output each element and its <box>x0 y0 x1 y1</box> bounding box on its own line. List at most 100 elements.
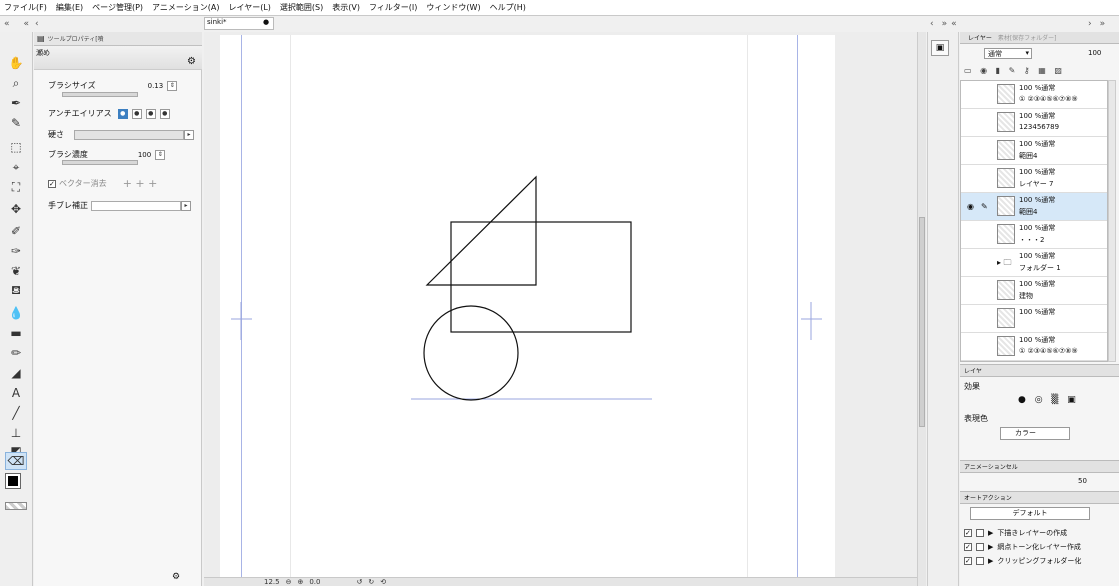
antialias-options[interactable]: ● ● ● ● <box>117 108 170 119</box>
tab-close-icon[interactable]: ● <box>263 18 269 26</box>
panel-menu-icon[interactable]: ▤ <box>37 34 45 43</box>
play-icon[interactable]: ▶ <box>988 543 993 551</box>
layer-tool-icons[interactable]: ▭ ◉ ▮ ✎ ⚷ ▦ ▨ <box>964 66 1065 75</box>
action-row[interactable]: ✓ ▶ クリッピングフォルダー化 <box>964 554 1104 567</box>
transparent-color-swatch[interactable] <box>5 502 27 510</box>
antialias-none-icon[interactable]: ● <box>117 108 128 119</box>
object-icon[interactable]: ⛶ <box>5 178 27 196</box>
antialias-low-icon[interactable]: ● <box>131 108 142 119</box>
settings-icon[interactable]: ⚙ <box>172 572 180 582</box>
curve-icon[interactable]: ◢ <box>5 364 27 382</box>
zoom-icon[interactable]: ⌕ <box>5 74 27 92</box>
chevron-right-icon[interactable]: ▸ <box>181 200 191 211</box>
layer-property-tab[interactable]: レイヤ <box>964 366 982 375</box>
brush-size-slider[interactable] <box>62 92 138 97</box>
hardness-slider[interactable] <box>74 129 184 140</box>
action-dialog-checkbox[interactable] <box>976 556 984 565</box>
chevron-left-icon[interactable]: ‹ <box>35 19 39 29</box>
layer-row[interactable]: 100 %通常 範囲4 <box>961 137 1107 165</box>
layer-row[interactable]: 100 %通常 ・・・2 <box>961 221 1107 249</box>
document-tab[interactable]: sinki* ● <box>204 17 274 30</box>
eraser-icon[interactable]: ⌫ <box>5 452 27 470</box>
play-icon[interactable]: ▶ <box>988 529 993 537</box>
chevron-left-icon[interactable]: ‹ <box>930 19 934 29</box>
wrench-icon[interactable]: ⚙ <box>187 56 196 67</box>
expand-icon[interactable]: » <box>1100 19 1106 29</box>
navigator-icon[interactable]: ▣ <box>931 40 949 56</box>
layer-row[interactable]: 100 %通常 レイヤー 7 <box>961 165 1107 193</box>
chevron-right-icon[interactable]: › <box>1088 19 1092 29</box>
collapse-icon[interactable]: « <box>24 19 30 29</box>
menu-selection[interactable]: 選択範囲(S) <box>280 2 323 13</box>
action-set-select[interactable]: デフォルト <box>970 507 1090 520</box>
menu-window[interactable]: ウィンドウ(W) <box>426 2 480 13</box>
layer-list[interactable]: 100 %通常 ① ②③④⑤⑥⑦⑧⑨ 100 %通常 123456789 100… <box>960 80 1108 362</box>
stabilization-slider[interactable] <box>91 200 181 211</box>
onion-skin-value[interactable]: 50 <box>1078 477 1087 485</box>
bar-icon[interactable]: ▬ <box>5 324 27 342</box>
brush-size-value[interactable]: 0.13 <box>148 82 164 90</box>
collapse-left-icon[interactable]: « <box>4 19 10 29</box>
action-checkbox[interactable]: ✓ <box>964 528 972 537</box>
layer-list-scrollbar[interactable] <box>1108 80 1116 362</box>
antialias-high-icon[interactable]: ● <box>159 108 170 119</box>
material-tab[interactable]: 素材[保存フォルダー] <box>998 33 1057 42</box>
vector-erase-options[interactable]: + + + <box>123 177 158 190</box>
correction-icon[interactable]: ✏ <box>5 344 27 362</box>
action-row[interactable]: ✓ ▶ 下描きレイヤーの作成 <box>964 526 1104 539</box>
lasso-icon[interactable]: ⌖ <box>5 158 27 176</box>
expand-icon[interactable]: » <box>942 19 948 29</box>
blend-icon[interactable]: 💧 <box>5 304 27 322</box>
folder-icon[interactable]: ▸ 🗀 <box>997 257 1012 271</box>
menu-layer[interactable]: レイヤー(L) <box>228 2 270 13</box>
action-dialog-checkbox[interactable] <box>976 528 984 537</box>
menu-help[interactable]: ヘルプ(H) <box>490 2 526 13</box>
layer-row[interactable]: 100 %通常 123456789 <box>961 109 1107 137</box>
ruler-icon[interactable]: ⊥ <box>5 424 27 442</box>
hand-icon[interactable]: ✋ <box>5 54 27 72</box>
brush-icon[interactable]: ✐ <box>5 222 27 240</box>
canvas-vertical-scrollbar[interactable] <box>917 32 926 586</box>
scroll-thumb[interactable] <box>919 217 925 427</box>
eyedropper-icon[interactable]: ✒ <box>5 94 27 112</box>
action-checkbox[interactable]: ✓ <box>964 556 972 565</box>
pen-icon[interactable]: ✎ <box>981 202 988 211</box>
tool-property-tab[interactable]: ツールプロパティ[噴 <box>48 34 104 43</box>
action-row[interactable]: ✓ ▶ 網点トーン化レイヤー作成 <box>964 540 1104 553</box>
collapse-icon[interactable]: « <box>951 19 957 29</box>
effect-options[interactable]: ● ◎ ▒ ▣ <box>1018 395 1079 405</box>
move-icon[interactable]: ✥ <box>5 200 27 218</box>
animation-cel-tab[interactable]: アニメーションセル <box>964 462 1018 471</box>
menu-page[interactable]: ページ管理(P) <box>92 2 143 13</box>
menu-view[interactable]: 表示(V) <box>332 2 360 13</box>
brush-density-slider[interactable] <box>62 160 138 165</box>
brush-size-stepper[interactable]: ⇕ <box>167 80 178 91</box>
reset-icon[interactable]: ⟲ <box>380 578 386 586</box>
layer-folder-row[interactable]: ▸ 🗀 100 %通常 フォルダー 1 <box>961 249 1107 277</box>
play-icon[interactable]: ▶ <box>988 557 993 565</box>
menu-animation[interactable]: アニメーション(A) <box>152 2 219 13</box>
rotate-right-icon[interactable]: ↻ <box>368 578 374 586</box>
pen-icon[interactable]: ✎ <box>5 114 27 132</box>
zoom-in-icon[interactable]: ⊕ <box>297 578 303 586</box>
chevron-right-icon[interactable]: ▸ <box>184 129 194 140</box>
zoom-out-icon[interactable]: ⊖ <box>286 578 292 586</box>
eye-icon[interactable]: ◉ <box>967 202 974 211</box>
layer-row[interactable]: 100 %通常 <box>961 305 1107 333</box>
menu-file[interactable]: ファイル(F) <box>4 2 47 13</box>
layer-row[interactable]: 100 %通常 ① ②③④⑤⑥⑦⑧⑨ <box>961 81 1107 109</box>
brush-density-stepper[interactable]: ⇕ <box>155 149 166 160</box>
menu-edit[interactable]: 編集(E) <box>56 2 83 13</box>
angle-value[interactable]: 0.0 <box>309 578 320 586</box>
airbrush-icon[interactable]: ✑ <box>5 242 27 260</box>
decoration-icon[interactable]: ❦ <box>5 262 27 280</box>
vector-erase-checkbox[interactable]: ✓ <box>48 179 56 188</box>
auto-action-tab[interactable]: オートアクション <box>964 493 1012 502</box>
menu-filter[interactable]: フィルター(I) <box>369 2 417 13</box>
layer-tab[interactable]: レイヤー <box>968 33 992 42</box>
canvas-area[interactable] <box>204 32 917 577</box>
line-icon[interactable]: ╱ <box>5 404 27 422</box>
fill-icon[interactable]: ⛾ <box>5 282 27 300</box>
selection-icon[interactable]: ⬚ <box>5 138 27 156</box>
antialias-mid-icon[interactable]: ● <box>145 108 156 119</box>
